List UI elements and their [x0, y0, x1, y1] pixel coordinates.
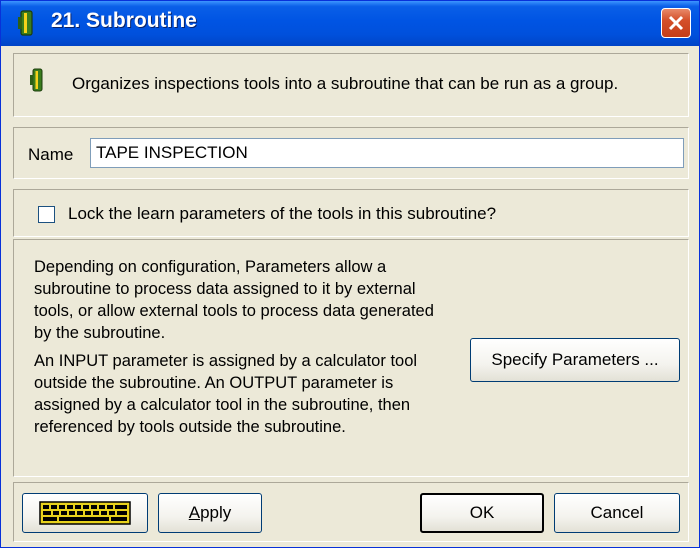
- name-panel: Name: [13, 127, 689, 179]
- name-field[interactable]: [90, 138, 684, 168]
- cancel-button[interactable]: Cancel: [554, 493, 680, 533]
- parameters-description: Depending on configuration, Parameters a…: [34, 256, 454, 444]
- window-title: 21. Subroutine: [51, 9, 197, 32]
- parameters-panel: Depending on configuration, Parameters a…: [13, 239, 689, 477]
- lock-parameters-label[interactable]: Lock the learn parameters of the tools i…: [68, 204, 496, 224]
- specify-parameters-button[interactable]: Specify Parameters ...: [470, 338, 680, 382]
- description-panel: Organizes inspections tools into a subro…: [13, 53, 689, 117]
- keyboard-button[interactable]: [22, 493, 148, 533]
- button-bar: Apply OK Cancel: [13, 482, 689, 542]
- close-button[interactable]: [661, 8, 691, 38]
- close-x-icon: [668, 15, 684, 31]
- ok-button[interactable]: OK: [420, 493, 544, 533]
- apply-label: Apply: [188, 503, 232, 522]
- keyboard-icon: [39, 501, 131, 525]
- lock-panel: Lock the learn parameters of the tools i…: [13, 189, 689, 237]
- description-text: Organizes inspections tools into a subro…: [72, 74, 619, 93]
- plug-icon: [18, 10, 33, 36]
- lock-parameters-checkbox[interactable]: [38, 206, 55, 223]
- parameters-paragraph-1: Depending on configuration, Parameters a…: [34, 258, 434, 342]
- name-label: Name: [28, 145, 74, 164]
- title-bar[interactable]: 21. Subroutine: [1, 1, 699, 46]
- parameters-paragraph-2: An INPUT parameter is assigned by a calc…: [34, 352, 418, 436]
- plug-icon: [30, 68, 43, 92]
- subroutine-dialog: 21. Subroutine Organizes inspections too…: [0, 0, 700, 548]
- apply-button[interactable]: Apply: [158, 493, 262, 533]
